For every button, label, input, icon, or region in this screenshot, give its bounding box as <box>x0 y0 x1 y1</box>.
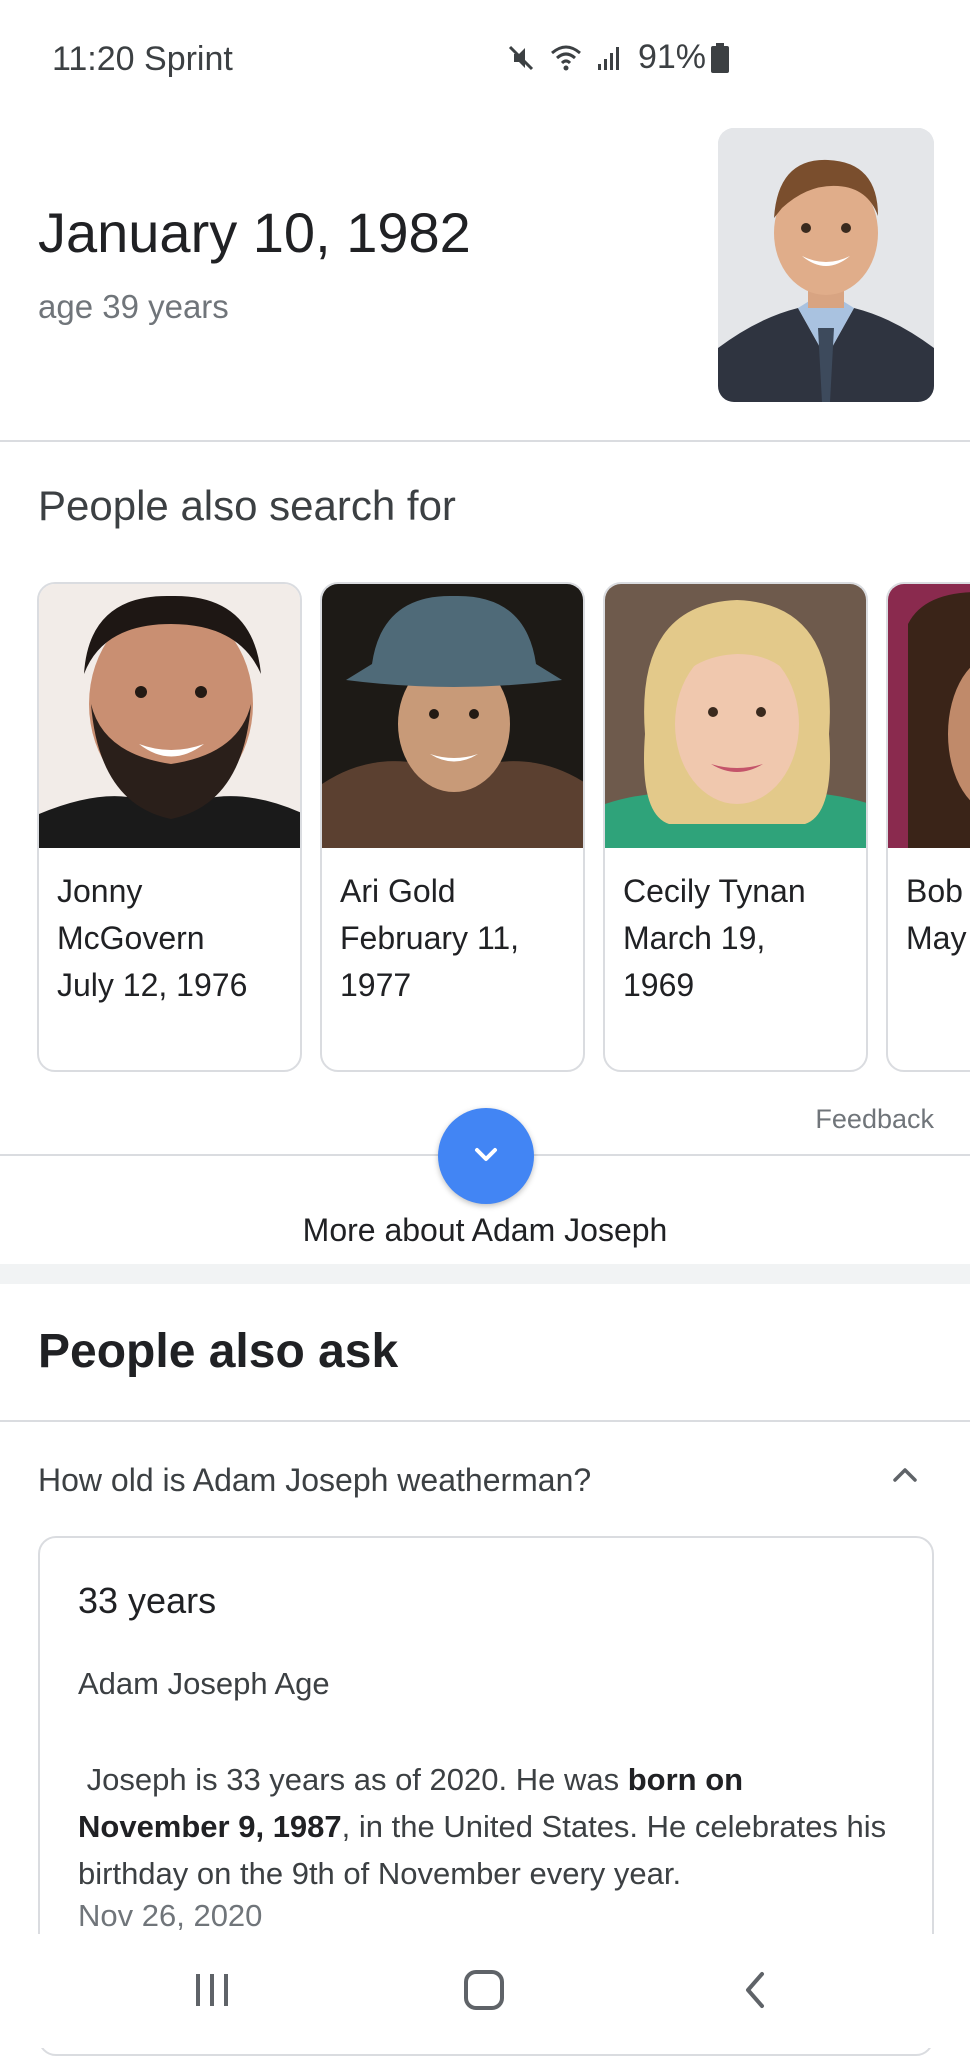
profile-photo[interactable] <box>718 128 934 402</box>
navigation-bar <box>0 1934 970 2048</box>
person-birthdate: July 12, 1976 <box>57 967 248 1003</box>
wifi-icon <box>550 44 582 72</box>
person-birth-year: 1969 <box>623 967 695 1003</box>
age-text: age 39 years <box>38 288 229 325</box>
chevron-down-icon <box>469 1137 503 1176</box>
home-icon[interactable] <box>462 1968 506 2017</box>
people-also-ask-title: People also ask <box>38 1325 399 1378</box>
answer-date: Nov 26, 2020 <box>78 1898 263 1933</box>
signal-icon <box>596 44 624 72</box>
divider <box>0 440 970 442</box>
person-photo <box>605 584 866 848</box>
person-name: Bob <box>906 873 963 909</box>
battery-icon <box>710 42 730 74</box>
carrier-name: Sprint <box>144 40 233 78</box>
person-card-cecily-tynan[interactable]: Cecily Tynan March 19, 1969 <box>603 582 868 1072</box>
person-photo <box>39 584 300 848</box>
feedback-link[interactable]: Feedback <box>815 1104 934 1135</box>
clock: 11:20 <box>52 40 135 78</box>
person-name: Jonny <box>57 873 143 909</box>
person-name-cont: May <box>906 920 967 956</box>
person-photo <box>322 584 583 848</box>
answer-subtitle: Adam Joseph Age <box>78 1666 330 1701</box>
person-photo <box>888 584 970 848</box>
birth-date: January 10, 1982 <box>38 201 471 264</box>
person-name: Cecily Tynan <box>623 873 806 909</box>
status-time: 11:20 Sprint <box>52 40 233 79</box>
person-card-ari-gold[interactable]: Ari Gold February 11, 1977 <box>320 582 585 1072</box>
battery-percent: 91% <box>637 38 706 76</box>
divider <box>0 1420 970 1422</box>
mute-icon <box>506 43 536 73</box>
answer-body-text: Joseph is 33 years as of 2020. He was <box>78 1762 628 1797</box>
person-card-jonny-mcgovern[interactable]: Jonny McGovern July 12, 1976 <box>37 582 302 1072</box>
expand-more-button[interactable] <box>438 1108 534 1204</box>
more-about-label[interactable]: More about Adam Joseph <box>0 1212 970 1249</box>
person-birthdate: February 11, <box>340 920 520 956</box>
section-separator <box>0 1264 970 1284</box>
person-name-cont: McGovern <box>57 920 205 956</box>
recent-apps-icon[interactable] <box>192 1970 232 2015</box>
status-icons: 91% <box>506 38 730 77</box>
question-text[interactable]: How old is Adam Joseph weatherman? <box>38 1462 591 1499</box>
chevron-up-icon[interactable] <box>888 1458 922 1497</box>
back-icon[interactable] <box>740 1970 770 2015</box>
people-also-search-title: People also search for <box>38 482 456 529</box>
person-card-bob[interactable]: Bob May <box>886 582 970 1072</box>
person-name: Ari Gold <box>340 873 456 909</box>
person-birthdate: March 19, <box>623 920 766 956</box>
answer-body: Joseph is 33 years as of 2020. He was bo… <box>78 1756 898 1897</box>
person-birth-year: 1977 <box>340 967 412 1003</box>
answer-headline: 33 years <box>78 1580 217 1621</box>
